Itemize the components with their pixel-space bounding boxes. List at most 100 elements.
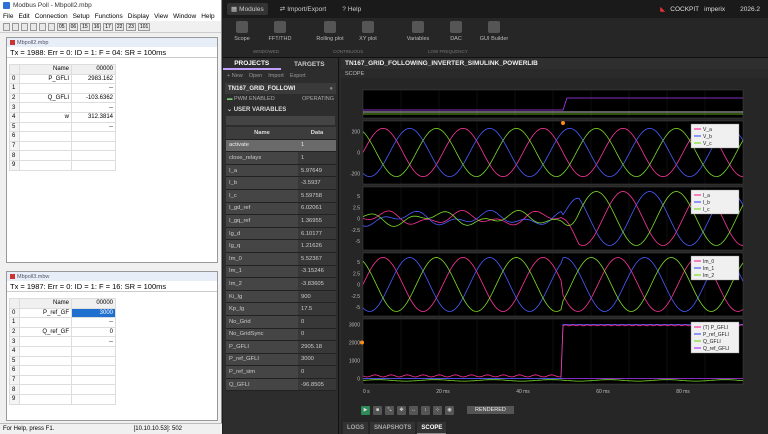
fn-05-button[interactable]: 05 — [57, 22, 67, 31]
connect-icon[interactable] — [39, 22, 46, 31]
row-name[interactable] — [19, 121, 72, 133]
user-variables-header[interactable]: ⌄ USER VARIABLES — [223, 104, 338, 115]
menu-help[interactable]: Help — [201, 13, 214, 20]
table-row[interactable]: 3 -- — [9, 336, 116, 347]
variable-data[interactable]: -96.8505 — [298, 378, 336, 391]
row-name[interactable] — [19, 83, 72, 94]
module-gui-builder[interactable]: GUI Builder — [475, 21, 513, 42]
variable-search-input[interactable] — [226, 116, 335, 125]
module-rolling-plot[interactable]: Rolling plot — [311, 21, 349, 42]
table-row[interactable]: 0 P_ref_GF 3000 — [9, 307, 116, 319]
table-row[interactable]: 9 — [9, 393, 116, 405]
table-row[interactable]: 2 Q_GFLI -103.6362 — [9, 92, 116, 104]
row-value[interactable]: 2983.162 — [71, 73, 116, 85]
mdi-window-2[interactable]: Mbpoll3.mbw Tx = 1987: Err = 0: ID = 1: … — [6, 271, 218, 421]
table-row[interactable]: 9 — [9, 159, 116, 171]
tab-modules[interactable]: ▦ Modules — [227, 3, 268, 15]
row-value[interactable] — [71, 159, 116, 171]
row-name[interactable]: Q_GFLI — [19, 92, 72, 104]
menu-display[interactable]: Display — [128, 13, 149, 20]
variable-data[interactable]: -3.15246 — [298, 265, 336, 278]
row-name[interactable] — [19, 317, 72, 328]
variable-row[interactable]: Kp_Ig 17.5 — [226, 303, 336, 316]
row-name[interactable] — [19, 102, 72, 113]
tab-help[interactable]: ? Help — [338, 4, 365, 15]
row-value[interactable]: -103.6362 — [71, 92, 116, 104]
variable-row[interactable]: I_c 5.59758 — [226, 189, 336, 203]
tab-snapshots[interactable]: SNAPSHOTS — [370, 422, 416, 434]
new-button[interactable]: + New — [227, 73, 243, 79]
new-icon[interactable] — [3, 22, 10, 31]
table-row[interactable]: 8 — [9, 150, 116, 161]
row-name[interactable] — [19, 355, 72, 367]
variable-row[interactable]: P_ref_sim 0 — [226, 366, 336, 379]
row-value[interactable] — [71, 374, 116, 386]
variable-data[interactable]: 6.02061 — [298, 202, 336, 215]
fn-22-button[interactable]: 22 — [114, 22, 125, 31]
fn-17-button[interactable]: 17 — [103, 22, 113, 31]
menu-setup[interactable]: Setup — [73, 13, 90, 20]
row-value[interactable] — [71, 355, 116, 367]
variable-row[interactable]: P_GFLI 2905.18 — [226, 341, 336, 354]
variable-row[interactable]: activate 1 — [226, 139, 336, 153]
variable-row[interactable]: No_Grid 0 — [226, 315, 336, 329]
menu-edit[interactable]: Edit — [18, 13, 29, 20]
row-name[interactable]: w — [19, 111, 72, 123]
row-value[interactable]: -- — [71, 83, 116, 94]
table-row[interactable]: 2 Q_ref_GF 0 — [9, 326, 116, 338]
print-icon[interactable] — [30, 22, 37, 31]
module-fft[interactable]: FFT/THD — [261, 21, 299, 42]
variable-data[interactable]: 1 — [298, 139, 336, 152]
variable-data[interactable]: 0 — [298, 366, 336, 378]
module-variables[interactable]: Variables — [399, 21, 437, 42]
fn-15-button[interactable]: 15 — [80, 22, 90, 31]
tab-logs[interactable]: LOGS — [343, 422, 369, 434]
table-row[interactable]: 3 -- — [9, 102, 116, 113]
variable-data[interactable]: -3.5937 — [298, 177, 336, 189]
variable-row[interactable]: close_relays 1 — [226, 152, 336, 165]
row-value[interactable] — [71, 365, 116, 376]
variable-row[interactable]: Ki_Ig 900 — [226, 290, 336, 304]
disconnect-icon[interactable] — [48, 22, 55, 31]
cursor-icon[interactable]: ⊹ — [433, 405, 442, 415]
table-row[interactable]: 4 w 312.3814 — [9, 111, 116, 123]
table-row[interactable]: 6 — [9, 131, 116, 142]
module-xy-plot[interactable]: XY plot — [349, 21, 387, 42]
row-value[interactable] — [71, 131, 116, 142]
row-name[interactable]: P_GFLI — [19, 73, 72, 85]
row-value[interactable] — [71, 393, 116, 405]
table-row[interactable]: 7 — [9, 374, 116, 386]
row-name[interactable] — [19, 374, 72, 386]
table-row[interactable]: 4 — [9, 345, 116, 357]
variable-row[interactable]: Im_0 5.52367 — [226, 252, 336, 266]
variable-row[interactable]: I_b -3.5937 — [226, 177, 336, 190]
tab-targets[interactable]: TARGETS — [281, 58, 339, 70]
export-button[interactable]: Export — [290, 73, 306, 79]
variable-data[interactable]: 17.5 — [298, 303, 336, 315]
variable-data[interactable]: 1 — [298, 152, 336, 164]
variable-row[interactable]: Q_GFLI -96.8505 — [226, 378, 336, 392]
variable-row[interactable]: Im_1 -3.15246 — [226, 265, 336, 279]
variable-data[interactable]: 2905.18 — [298, 341, 336, 353]
table-row[interactable]: 7 — [9, 140, 116, 152]
row-value[interactable]: 0 — [71, 326, 116, 338]
variable-row[interactable]: Ig_d 6.10177 — [226, 227, 336, 241]
row-value[interactable]: -- — [71, 102, 116, 113]
variable-data[interactable]: 5.97649 — [298, 164, 336, 177]
variable-data[interactable]: 900 — [298, 290, 336, 303]
menu-view[interactable]: View — [154, 13, 168, 20]
row-name[interactable] — [19, 393, 72, 405]
tab-projects[interactable]: PROJECTS — [223, 58, 281, 70]
fit-x-icon[interactable]: ↔ — [409, 405, 418, 415]
row-value[interactable]: -- — [71, 121, 116, 133]
row-value[interactable]: 312.3814 — [71, 111, 116, 123]
table-row[interactable]: 0 P_GFLI 2983.162 — [9, 73, 116, 85]
save-icon[interactable] — [21, 22, 28, 31]
module-scope[interactable]: Scope — [223, 21, 261, 42]
variable-row[interactable]: I_gq_ref 1.36955 — [226, 215, 336, 228]
variable-data[interactable]: 5.52367 — [298, 252, 336, 265]
row-value[interactable]: -- — [71, 317, 116, 328]
play-icon[interactable]: ▶ — [361, 405, 370, 415]
variable-row[interactable]: I_gd_ref 6.02061 — [226, 202, 336, 216]
menu-connection[interactable]: Connection — [35, 13, 68, 20]
